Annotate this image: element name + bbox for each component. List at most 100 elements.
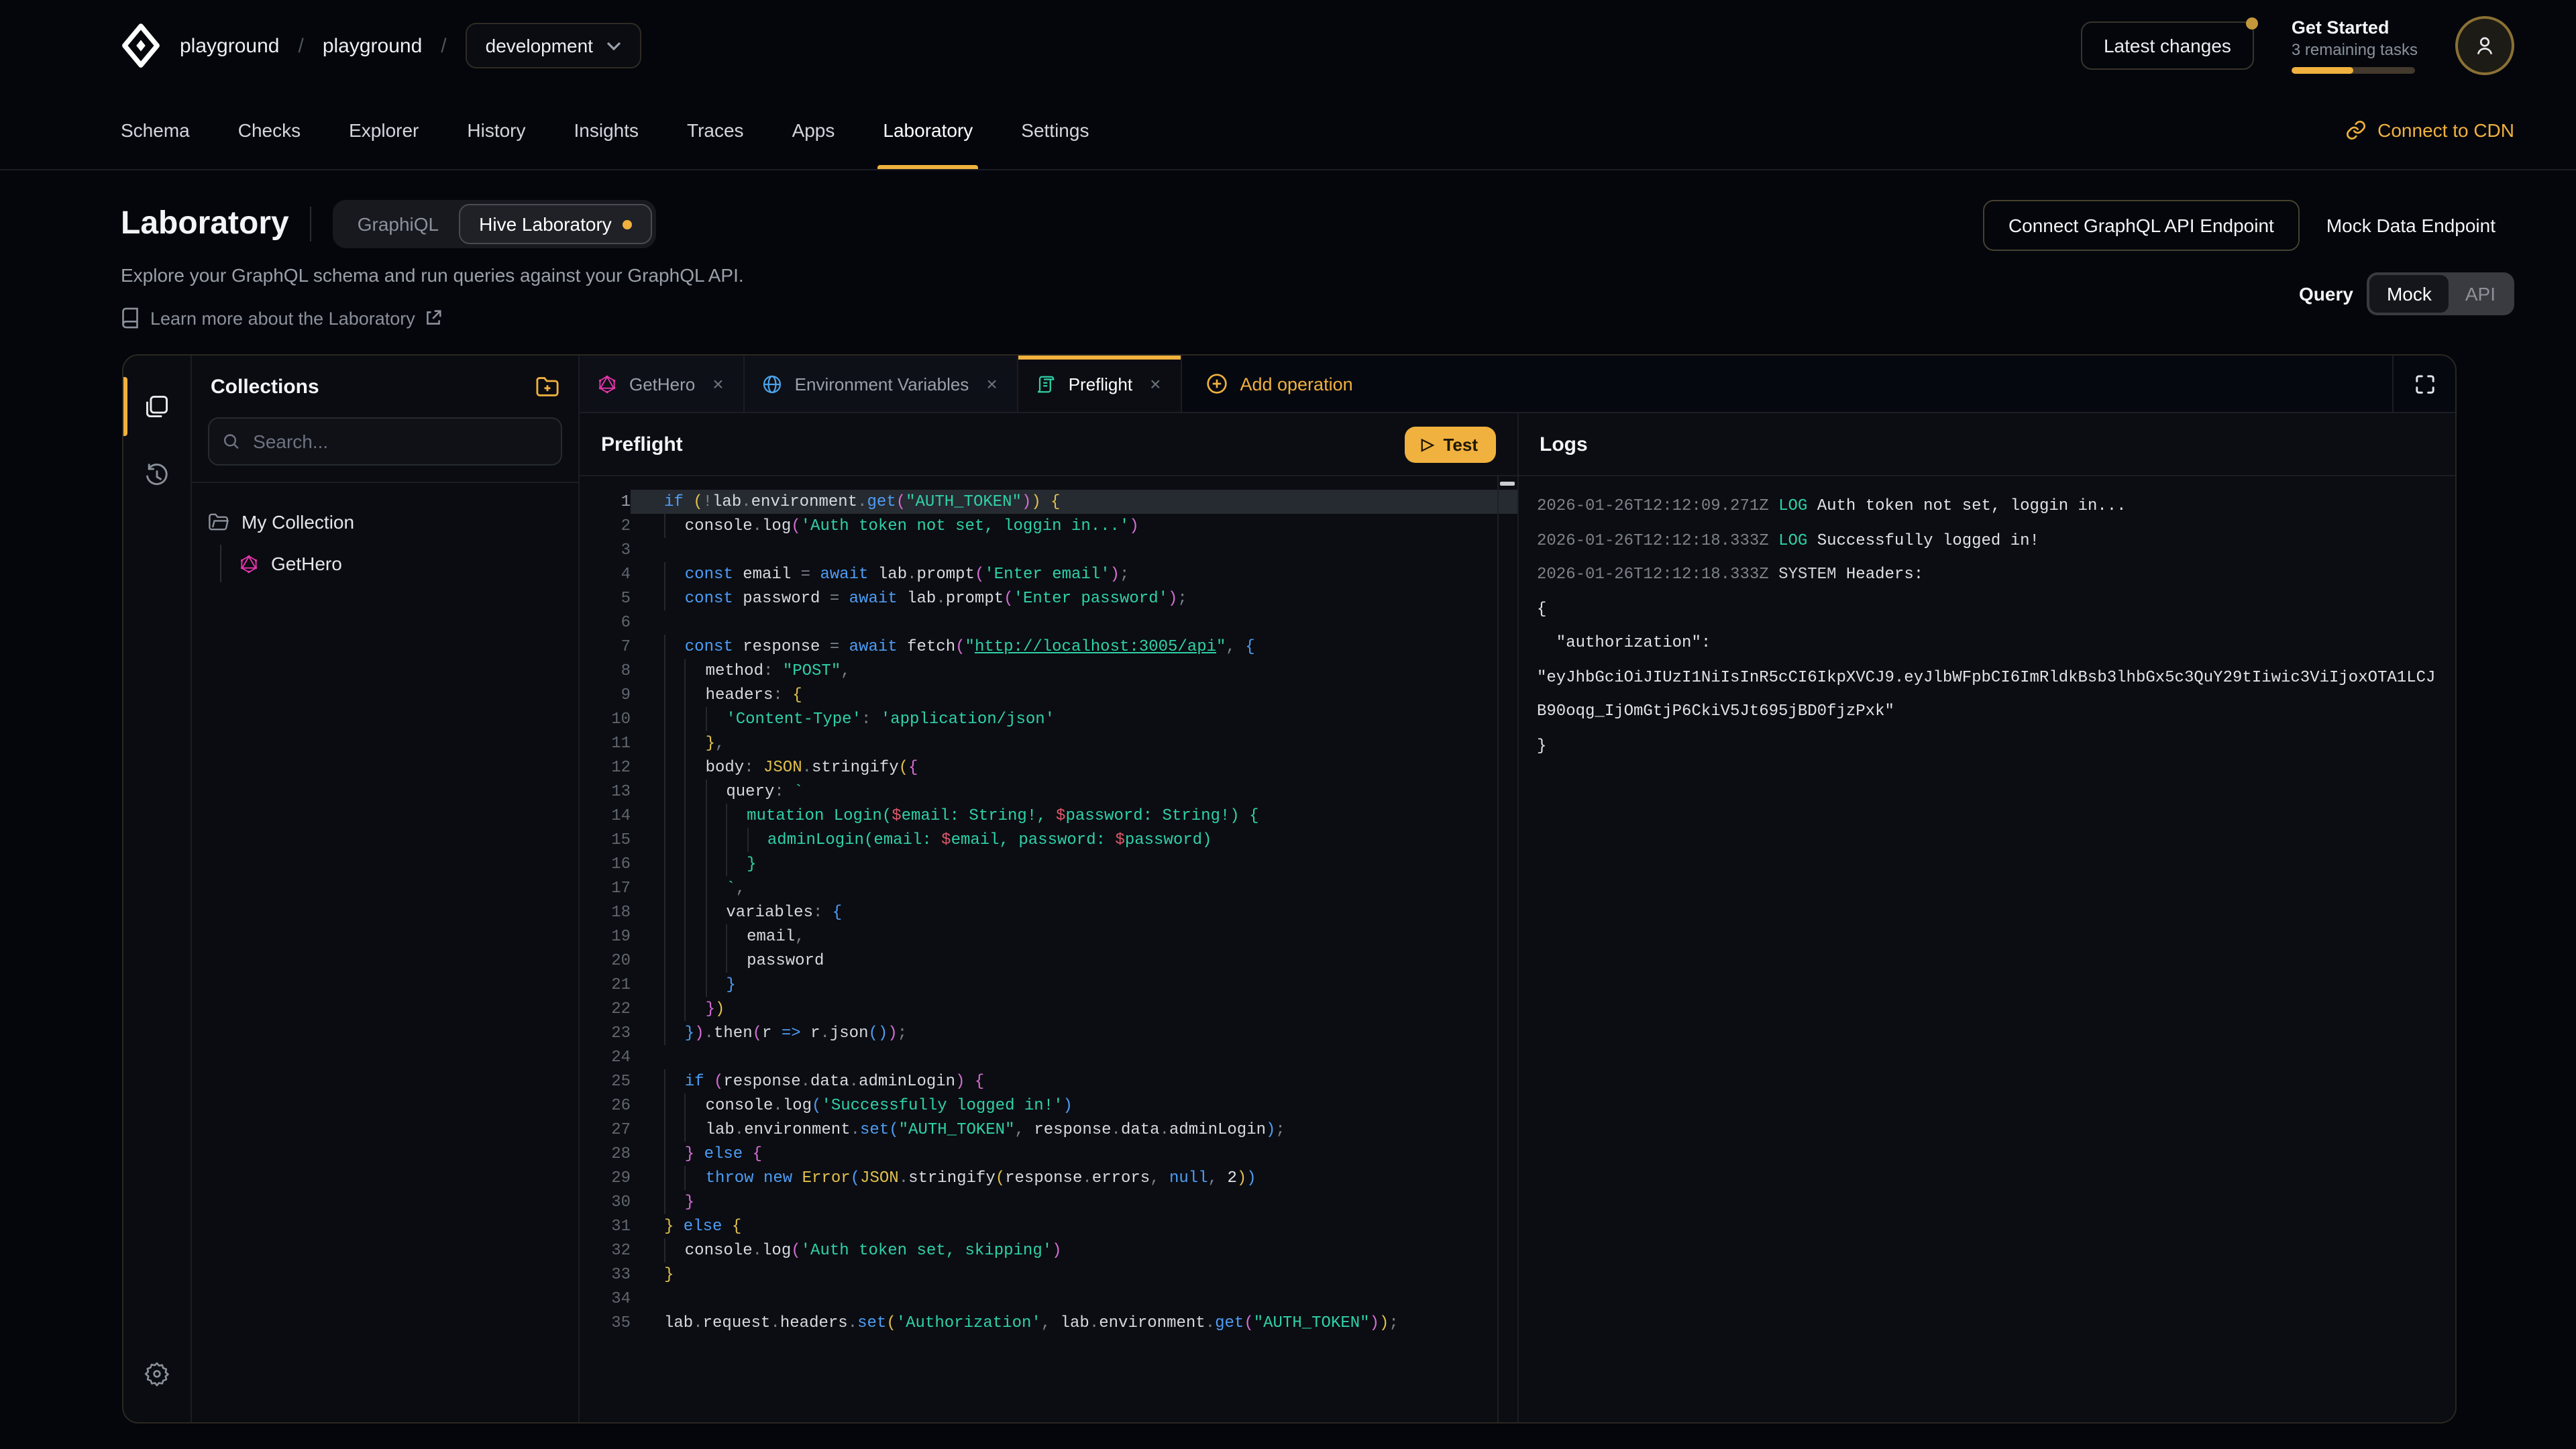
code-line[interactable]: 25if (response.data.adminLogin) { — [580, 1069, 1517, 1093]
target-selector[interactable]: development — [466, 23, 641, 68]
code-line[interactable]: 1if (!lab.environment.get("AUTH_TOKEN"))… — [580, 490, 1517, 514]
test-button[interactable]: ▷ Test — [1404, 426, 1495, 462]
editor-scrollbar-thumb[interactable] — [1499, 482, 1514, 486]
code-line[interactable]: 13query: ` — [580, 780, 1517, 804]
code-line[interactable]: 18variables: { — [580, 900, 1517, 924]
search-input[interactable] — [250, 429, 547, 453]
play-icon: ▷ — [1421, 435, 1434, 453]
line-number: 20 — [580, 949, 631, 973]
code-line[interactable]: 5const password = await lab.prompt('Ente… — [580, 586, 1517, 610]
close-tab-icon[interactable]: × — [1147, 373, 1163, 394]
close-tab-icon[interactable]: × — [983, 373, 1000, 394]
nav-tab-traces[interactable]: Traces — [687, 91, 744, 169]
preflight-title: Preflight — [601, 433, 683, 455]
code-line[interactable]: 11}, — [580, 731, 1517, 755]
code-line[interactable]: 33} — [580, 1263, 1517, 1287]
test-button-label: Test — [1443, 434, 1478, 454]
line-number: 31 — [580, 1214, 631, 1238]
nav-tab-apps[interactable]: Apps — [792, 91, 835, 169]
nav-tab-settings[interactable]: Settings — [1021, 91, 1089, 169]
code-line[interactable]: 35lab.request.headers.set('Authorization… — [580, 1311, 1517, 1335]
code-line[interactable]: 17`, — [580, 876, 1517, 900]
mode-option-graphiql[interactable]: GraphiQL — [337, 204, 459, 244]
collection-folder-my-collection[interactable]: My Collection — [208, 504, 562, 539]
code-line[interactable]: 7const response = await fetch("http://lo… — [580, 635, 1517, 659]
code-line[interactable]: 27lab.environment.set("AUTH_TOKEN", resp… — [580, 1118, 1517, 1142]
add-operation-button[interactable]: Add operation — [1182, 356, 1377, 412]
code-line[interactable]: 21} — [580, 973, 1517, 997]
rail-settings-button[interactable] — [123, 1339, 191, 1409]
rail-collections-button[interactable] — [123, 372, 191, 441]
code-line[interactable]: 32console.log('Auth token set, skipping'… — [580, 1238, 1517, 1263]
rail-history-button[interactable] — [123, 441, 191, 511]
breadcrumb-project[interactable]: playground — [323, 34, 422, 57]
close-tab-icon[interactable]: × — [710, 373, 726, 394]
line-number: 14 — [580, 804, 631, 828]
code-line[interactable]: 9headers: { — [580, 683, 1517, 707]
code-line[interactable]: 20password — [580, 949, 1517, 973]
code-editor[interactable]: 1if (!lab.environment.get("AUTH_TOKEN"))… — [580, 476, 1517, 1422]
nav-tab-explorer[interactable]: Explorer — [349, 91, 419, 169]
code-line[interactable]: 12body: JSON.stringify({ — [580, 755, 1517, 780]
connect-to-cdn-button[interactable]: Connect to CDN — [2345, 91, 2514, 169]
user-avatar[interactable] — [2455, 16, 2514, 75]
folder-open-icon — [208, 513, 229, 531]
code-line[interactable]: 3 — [580, 538, 1517, 562]
query-toggle-mock[interactable]: Mock — [2369, 275, 2449, 313]
tab-environment-variables[interactable]: Environment Variables× — [745, 356, 1019, 412]
query-toggle-api[interactable]: API — [2449, 275, 2512, 313]
mode-option-hive-laboratory[interactable]: Hive Laboratory — [459, 204, 652, 244]
code-line[interactable]: 2console.log('Auth token not set, loggin… — [580, 514, 1517, 538]
latest-changes-button[interactable]: Latest changes — [2081, 21, 2254, 70]
line-number: 27 — [580, 1118, 631, 1142]
code-line[interactable]: 14mutation Login($email: String!, $passw… — [580, 804, 1517, 828]
code-line[interactable]: 19email, — [580, 924, 1517, 949]
history-icon — [144, 463, 170, 490]
code-line[interactable]: 31} else { — [580, 1214, 1517, 1238]
learn-more-link[interactable]: Learn more about the Laboratory — [121, 307, 744, 329]
fullscreen-button[interactable] — [2392, 356, 2455, 412]
code-line[interactable]: 22}) — [580, 997, 1517, 1021]
get-started-progress — [2292, 68, 2415, 74]
code-line[interactable]: 15adminLogin(email: $email, password: $p… — [580, 828, 1517, 852]
code-line[interactable]: 8method: "POST", — [580, 659, 1517, 683]
collection-operation-gethero[interactable]: GetHero — [239, 545, 562, 582]
new-collection-button[interactable] — [535, 376, 559, 397]
code-line[interactable]: 30} — [580, 1190, 1517, 1214]
learn-more-label: Learn more about the Laboratory — [150, 308, 415, 328]
line-number: 17 — [580, 876, 631, 900]
code-line[interactable]: 26console.log('Successfully logged in!') — [580, 1093, 1517, 1118]
project-nav: Schema Checks Explorer History Insights Trace… — [0, 91, 2576, 170]
get-started-subtitle: 3 remaining tasks — [2292, 41, 2418, 61]
gear-icon — [144, 1360, 170, 1387]
code-line[interactable]: 16} — [580, 852, 1517, 876]
code-line[interactable]: 28} else { — [580, 1142, 1517, 1166]
line-number: 22 — [580, 997, 631, 1021]
code-line[interactable]: 6 — [580, 610, 1517, 635]
code-line[interactable]: 24 — [580, 1045, 1517, 1069]
collections-title: Collections — [211, 375, 319, 398]
editor-scrollbar[interactable] — [1497, 476, 1498, 1422]
code-line[interactable]: 34 — [580, 1287, 1517, 1311]
nav-tab-schema[interactable]: Schema — [121, 91, 190, 169]
code-line[interactable]: 10'Content-Type': 'application/json' — [580, 707, 1517, 731]
sidebar-rail — [123, 356, 192, 1422]
code-line[interactable]: 29throw new Error(JSON.stringify(respons… — [580, 1166, 1517, 1190]
line-number: 26 — [580, 1093, 631, 1118]
tab-preflight[interactable]: Preflight× — [1019, 356, 1183, 412]
mock-data-endpoint-button[interactable]: Mock Data Endpoint — [2308, 201, 2514, 250]
get-started-widget[interactable]: Get Started 3 remaining tasks — [2292, 17, 2418, 74]
book-icon — [121, 307, 140, 329]
hive-logo-icon[interactable] — [121, 23, 161, 68]
log-entry: 2026-01-26T12:12:18.333Z SYSTEM Headers: — [1537, 558, 2436, 592]
nav-tab-checks[interactable]: Checks — [238, 91, 301, 169]
laboratory-panel: Collections My Collection GetHero — [122, 354, 2457, 1424]
breadcrumb-org[interactable]: playground — [180, 34, 279, 57]
nav-tab-laboratory[interactable]: Laboratory — [883, 91, 973, 169]
tab-gethero[interactable]: GetHero× — [580, 356, 745, 412]
connect-graphql-api-endpoint-button[interactable]: Connect GraphQL API Endpoint — [1983, 200, 2300, 251]
nav-tab-insights[interactable]: Insights — [574, 91, 639, 169]
code-line[interactable]: 4const email = await lab.prompt('Enter e… — [580, 562, 1517, 586]
nav-tab-history[interactable]: History — [467, 91, 525, 169]
code-line[interactable]: 23}).then(r => r.json()); — [580, 1021, 1517, 1045]
